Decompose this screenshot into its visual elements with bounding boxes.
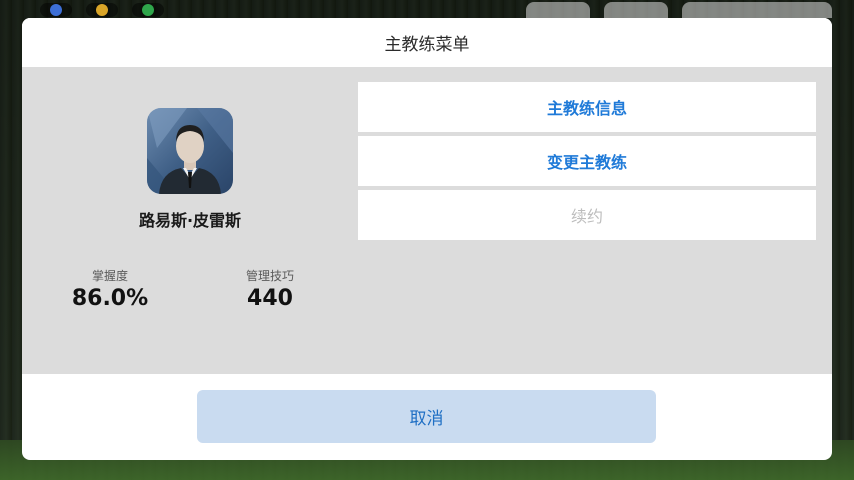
- currency-pill-3: [132, 3, 164, 17]
- dialog-body: 路易斯·皮雷斯 掌握度 86.0% 管理技巧 440 主教练信息 变更主教练 续…: [22, 67, 832, 374]
- gem-icon: [50, 4, 62, 16]
- top-status-bar: [0, 0, 854, 20]
- currency-pill-1: [40, 3, 72, 17]
- stat-management-skill: 管理技巧 440: [212, 267, 328, 311]
- energy-icon: [142, 4, 154, 16]
- coach-name: 路易斯·皮雷斯: [138, 211, 242, 230]
- change-coach-button[interactable]: 变更主教练: [358, 136, 816, 186]
- coach-menu-list: 主教练信息 变更主教练 续约: [358, 82, 816, 244]
- home-tab-button[interactable]: [526, 2, 590, 18]
- renew-contract-button: 续约: [358, 190, 816, 240]
- mail-tab-button[interactable]: [604, 2, 668, 18]
- stat-mastery-value: 86.0%: [71, 286, 149, 311]
- coach-portrait-icon: [147, 108, 233, 194]
- coach-info-button[interactable]: 主教练信息: [358, 82, 816, 132]
- stat-management-value: 440: [247, 286, 293, 311]
- stat-management-label: 管理技巧: [245, 269, 294, 283]
- top-right-buttons: [526, 2, 832, 18]
- currency-pill-2: [86, 3, 118, 17]
- stat-mastery: 掌握度 86.0%: [52, 267, 168, 311]
- coin-icon: [96, 4, 108, 16]
- shop-tab-button[interactable]: [682, 2, 832, 18]
- cancel-button[interactable]: 取消: [197, 390, 656, 443]
- dialog-title: 主教练菜单: [22, 18, 832, 67]
- head-coach-menu-dialog: 主教练菜单 路易斯·皮雷斯 掌握度 86.0% 管理技巧 440 主教练信息 变…: [22, 18, 832, 460]
- stat-mastery-label: 掌握度: [91, 269, 128, 283]
